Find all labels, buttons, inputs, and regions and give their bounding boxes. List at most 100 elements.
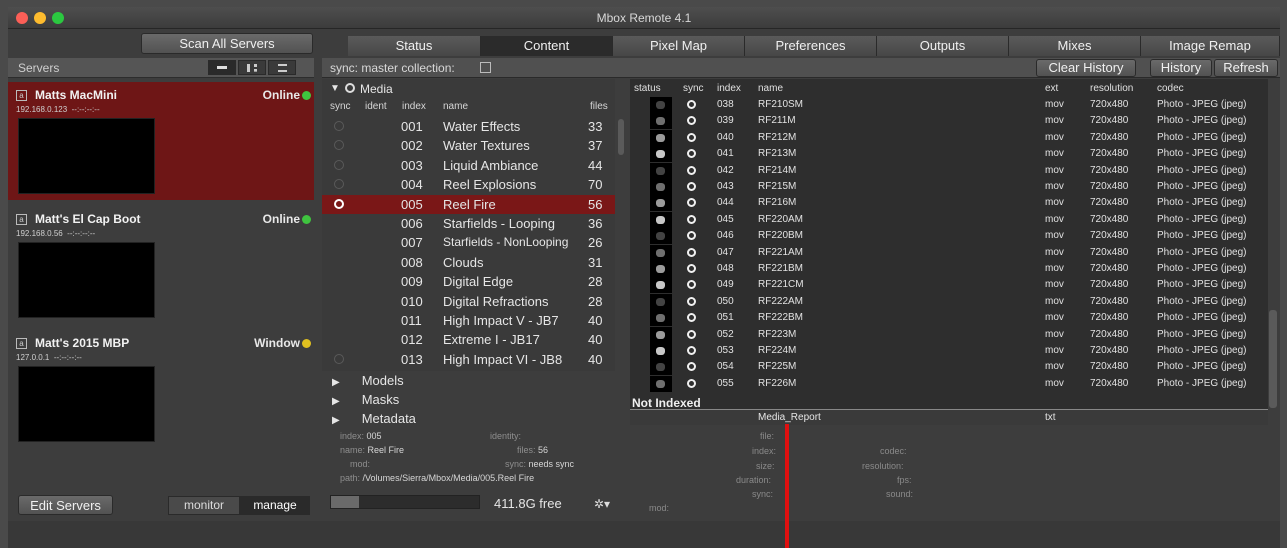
file-row[interactable]: 049 RF221CM mov 720x480 Photo - JPEG (jpeg) [630,277,1268,294]
media-scrollbar[interactable] [618,119,624,155]
file-row[interactable]: 044 RF216M mov 720x480 Photo - JPEG (jpeg) [630,195,1268,212]
media-row[interactable]: 008 Clouds 31 [322,253,615,272]
edit-servers-button[interactable]: Edit Servers [18,495,113,515]
file-index: 050 [717,295,734,307]
tab-content[interactable]: Content [481,36,613,56]
col-resolution[interactable]: resolution [1090,83,1133,94]
tab-mixes[interactable]: Mixes [1009,36,1141,56]
file-row[interactable]: 052 RF223M mov 720x480 Photo - JPEG (jpeg) [630,326,1268,343]
collection-icon [480,62,491,73]
col-status[interactable]: status [634,83,661,94]
media-disclosure-icon[interactable]: ▼ [330,83,340,94]
tab-outputs[interactable]: Outputs [877,36,1009,56]
media-row[interactable]: 006 Starfields - Looping 36 [322,214,615,233]
file-row[interactable]: 042 RF214M mov 720x480 Photo - JPEG (jpeg) [630,162,1268,179]
media-name: Reel Explosions [443,177,537,193]
media-row[interactable]: 009 Digital Edge 28 [322,272,615,291]
media-row[interactable]: 005 Reel Fire 56 [322,194,615,214]
server-app-icon: a [16,90,27,101]
sync-icon [687,198,696,208]
view-list-button[interactable] [268,60,296,75]
file-row[interactable]: 054 RF225M mov 720x480 Photo - JPEG (jpeg) [630,359,1268,376]
file-resolution: 720x480 [1090,361,1129,373]
file-resolution: 720x480 [1090,246,1129,258]
scan-all-servers-button[interactable]: Scan All Servers [141,33,313,54]
manage-toggle[interactable]: manage [240,496,310,515]
file-row[interactable]: 051 RF222BM mov 720x480 Photo - JPEG (jpeg) [630,310,1268,327]
file-index: 043 [717,181,734,192]
server-item-2015-mbp[interactable]: a Matt's 2015 MBP 127.0.0.1 --:--:--:-- … [8,330,314,448]
sync-icon [687,329,696,339]
server-preview [18,118,155,194]
col-ident[interactable]: ident [365,101,387,112]
file-thumbnail [650,261,672,277]
media-report-row[interactable]: Media_Report txt [630,409,1268,425]
file-row[interactable]: 045 RF220AM mov 720x480 Photo - JPEG (jpeg) [630,211,1268,228]
file-row[interactable]: 050 RF222AM mov 720x480 Photo - JPEG (jpeg) [630,293,1268,310]
media-row[interactable]: 013 High Impact VI - JB8 40 [322,350,615,369]
server-item-matts-macmini[interactable]: a Matts MacMini 192.168.0.123 --:--:--:-… [8,82,314,200]
detail-fps: fps: [897,475,912,485]
col-name[interactable]: name [758,83,783,94]
media-row[interactable]: 007 Starfields - NonLooping 26 [322,233,615,252]
file-row[interactable]: 048 RF221BM mov 720x480 Photo - JPEG (jpeg) [630,261,1268,277]
media-index: 003 [401,157,423,173]
tab-image-remap[interactable]: Image Remap [1141,36,1280,56]
file-row[interactable]: 040 RF212M mov 720x480 Photo - JPEG (jpeg) [630,129,1268,146]
media-name: Reel Fire [443,196,496,212]
file-name: RF223M [758,328,797,340]
tab-status[interactable]: Status [348,36,481,56]
files-scrollbar[interactable] [1269,310,1277,408]
refresh-button[interactable]: Refresh [1214,59,1278,77]
file-row[interactable]: 055 RF226M mov 720x480 Photo - JPEG (jpeg) [630,375,1268,392]
col-files[interactable]: files [590,101,608,112]
file-row[interactable]: 047 RF221AM mov 720x480 Photo - JPEG (jpeg) [630,244,1268,261]
tree-item-metadata[interactable]: ▶ Metadata [332,411,416,426]
view-thumbnail-button[interactable] [208,60,236,75]
col-name[interactable]: name [443,101,468,112]
file-row[interactable]: 046 RF220BM mov 720x480 Photo - JPEG (jpeg) [630,228,1268,245]
detail-codec: codec: [880,446,907,456]
file-thumbnail [650,310,672,327]
file-row[interactable]: 039 RF211M mov 720x480 Photo - JPEG (jpeg) [630,113,1268,130]
file-name: RF224M [758,345,797,356]
tab-bar: Status Content Pixel Map Preferences Out… [348,36,1280,56]
media-row[interactable]: 003 Liquid Ambiance 44 [322,156,615,175]
server-item-el-cap-boot[interactable]: a Matt's El Cap Boot 192.168.0.56 --:--:… [8,206,314,324]
sync-label: sync: master collection: [330,61,455,75]
media-files: 56 [588,196,603,212]
col-ext[interactable]: ext [1045,83,1058,94]
tab-pixel-map[interactable]: Pixel Map [613,36,745,56]
monitor-toggle[interactable]: monitor [168,496,240,515]
media-index: 010 [401,293,423,309]
gear-icon[interactable]: ✲▾ [594,497,610,511]
disk-usage-bar [330,495,480,509]
media-row[interactable]: 002 Water Textures 37 [322,136,615,155]
col-codec[interactable]: codec [1157,83,1184,94]
tree-item-models[interactable]: ▶ Models [332,373,404,388]
clear-history-button[interactable]: Clear History [1036,59,1136,77]
media-files: 31 [588,254,603,270]
file-row[interactable]: 041 RF213M mov 720x480 Photo - JPEG (jpeg) [630,146,1268,163]
tab-preferences[interactable]: Preferences [745,36,877,56]
file-codec: Photo - JPEG (jpeg) [1157,197,1247,209]
file-row[interactable]: 053 RF224M mov 720x480 Photo - JPEG (jpeg) [630,343,1268,359]
media-row[interactable]: 012 Extreme I - JB17 40 [322,330,615,349]
tree-item-masks[interactable]: ▶ Masks [332,392,399,407]
file-row[interactable]: 038 RF210SM mov 720x480 Photo - JPEG (jpeg) [630,97,1268,113]
history-button[interactable]: History [1150,59,1212,77]
media-row[interactable]: 010 Digital Refractions 28 [322,292,615,311]
col-sync[interactable]: sync [683,83,704,94]
media-row[interactable]: 004 Reel Explosions 70 [322,175,615,194]
media-index: 001 [401,119,423,134]
file-name: RF222BM [758,312,804,324]
view-grid-button[interactable] [238,60,266,75]
col-sync[interactable]: sync [330,101,351,112]
col-index[interactable]: index [402,101,426,112]
file-row[interactable]: 043 RF215M mov 720x480 Photo - JPEG (jpeg) [630,179,1268,195]
sync-icon [687,313,696,323]
file-index: 055 [717,377,734,389]
col-index[interactable]: index [717,83,741,94]
media-row[interactable]: 001 Water Effects 33 [322,117,615,136]
media-row[interactable]: 011 High Impact V - JB7 40 [322,311,615,330]
